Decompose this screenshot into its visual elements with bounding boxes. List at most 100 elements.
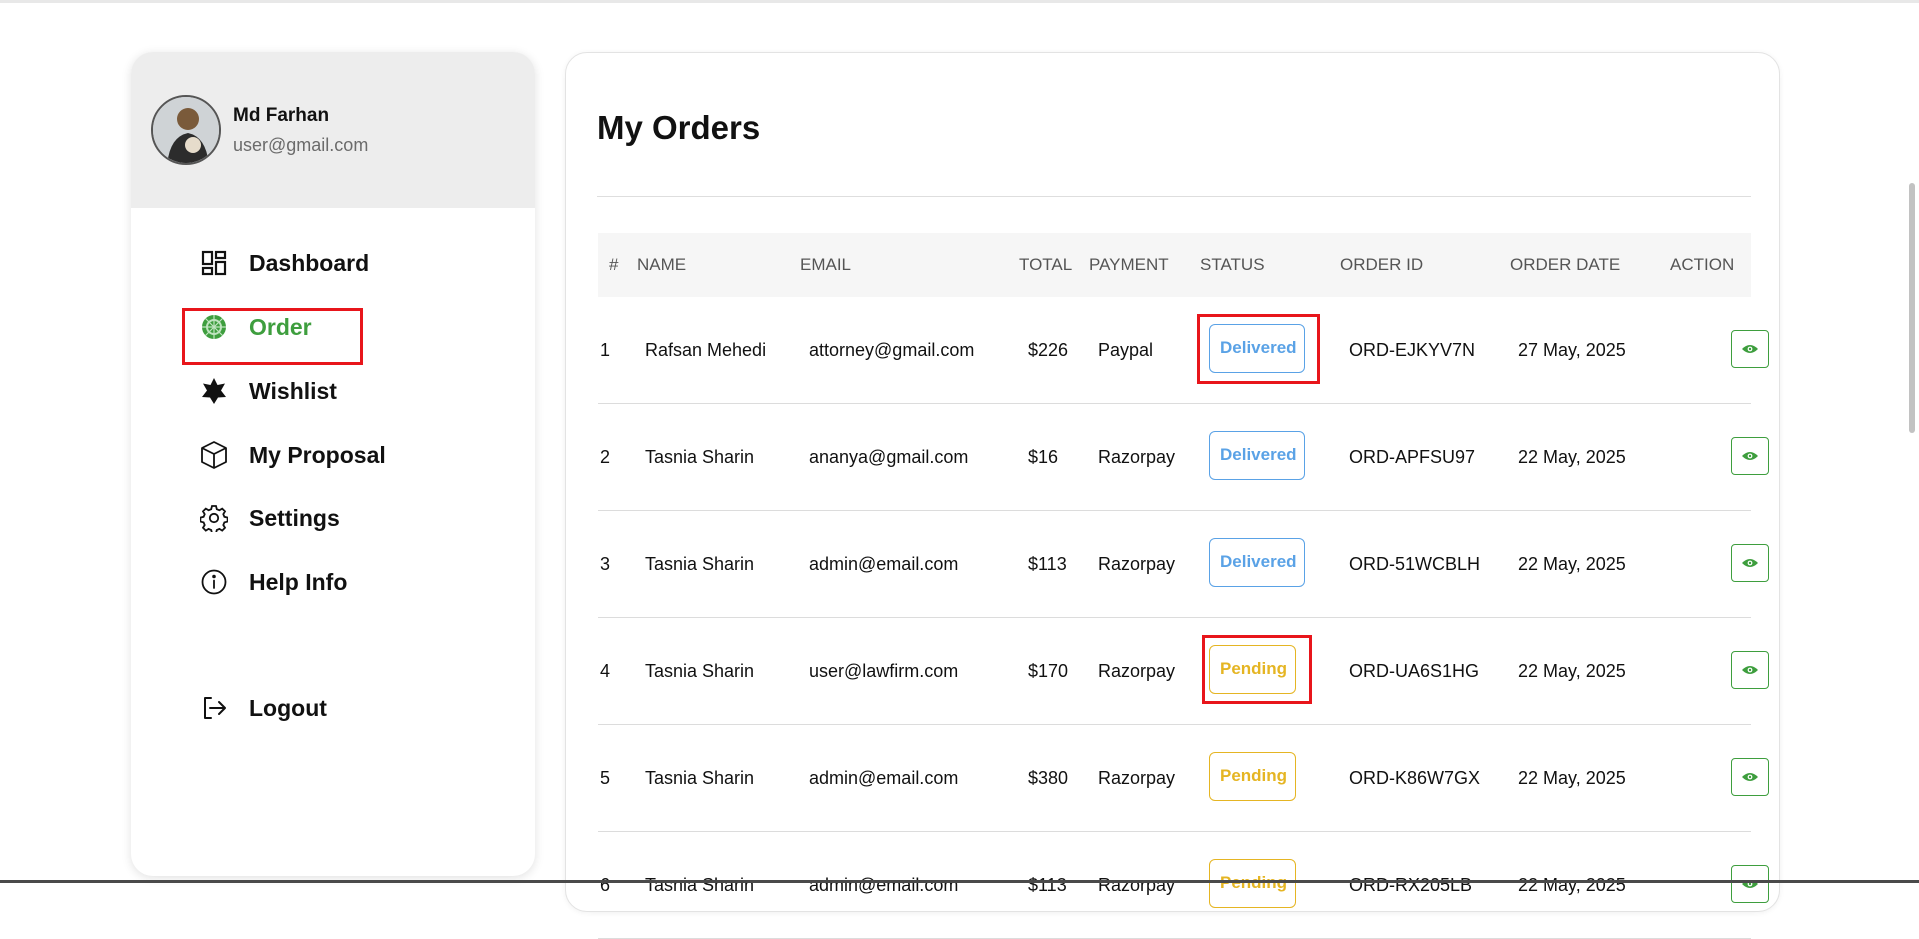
top-divider: [0, 0, 1919, 3]
column-header: TOTAL: [1019, 255, 1073, 274]
column-header: STATUS: [1200, 255, 1265, 274]
column-header: EMAIL: [800, 255, 852, 274]
row-total: $113: [1028, 875, 1067, 895]
sidebar-item-label: My Proposal: [249, 441, 386, 468]
highlight-box-pending: [1202, 635, 1312, 704]
user-email: user@gmail.com: [233, 134, 369, 155]
row-order-id: ORD-K86W7GX: [1349, 768, 1481, 788]
row-number: 2: [600, 447, 611, 467]
eye-icon: [1742, 345, 1758, 353]
column-header: ORDER ID: [1340, 255, 1424, 274]
star-icon: [199, 376, 229, 406]
row-payment: Paypal: [1098, 340, 1154, 360]
avatar[interactable]: [151, 95, 221, 165]
row-payment: Razorpay: [1098, 875, 1176, 895]
sidebar-item-help-info[interactable]: Help Info: [199, 562, 347, 602]
eye-icon: [1742, 559, 1758, 567]
column-header: PAYMENT: [1089, 255, 1169, 274]
row-email: admin@email.com: [809, 875, 959, 895]
row-order-date: 22 May, 2025: [1518, 554, 1626, 574]
status-badge: Delivered: [1209, 431, 1305, 480]
view-order-button[interactable]: [1731, 865, 1769, 903]
highlight-box-order: [182, 308, 363, 365]
row-name: Tasnia Sharin: [645, 875, 755, 895]
table-row: 1 Rafsan Mehedi attorney@gmail.com $226 …: [598, 297, 1769, 404]
column-header: #: [609, 255, 619, 274]
row-order-date: 22 May, 2025: [1518, 875, 1626, 895]
row-name: Rafsan Mehedi: [645, 340, 767, 360]
status-badge: Pending: [1209, 859, 1296, 908]
row-name: Tasnia Sharin: [645, 554, 755, 574]
sidebar-item-label: Dashboard: [249, 249, 370, 276]
column-header: ACTION: [1670, 255, 1735, 274]
sidebar-item-label: Settings: [249, 504, 340, 531]
title-divider: [597, 196, 1751, 197]
row-email: ananya@gmail.com: [809, 447, 969, 467]
view-order-button[interactable]: [1731, 544, 1769, 582]
row-name: Tasnia Sharin: [645, 661, 755, 681]
orders-panel: My Orders # NAME EMAIL TOTAL PAYMENT STA…: [565, 52, 1780, 939]
row-payment: Razorpay: [1098, 447, 1176, 467]
view-order-button[interactable]: [1731, 758, 1769, 796]
logout-icon: [199, 693, 229, 723]
row-name: Tasnia Sharin: [645, 768, 755, 788]
row-total: $170: [1028, 661, 1069, 681]
sidebar-item-wishlist[interactable]: Wishlist: [199, 371, 337, 411]
table-row: 5 Tasnia Sharin admin@email.com $380 Raz…: [598, 725, 1769, 832]
highlight-box-delivered: [1197, 314, 1320, 384]
row-order-date: 22 May, 2025: [1518, 768, 1626, 788]
column-header: ORDER DATE: [1510, 255, 1621, 274]
row-total: $226: [1028, 340, 1069, 360]
table-row: 4 Tasnia Sharin user@lawfirm.com $170 Ra…: [598, 618, 1769, 725]
view-order-button[interactable]: [1731, 651, 1769, 689]
status-badge: Pending: [1209, 752, 1296, 801]
table-row: 2 Tasnia Sharin ananya@gmail.com $16 Raz…: [598, 404, 1769, 511]
logout-label: Logout: [249, 694, 327, 721]
row-number: 6: [600, 875, 611, 895]
sidebar-item-dashboard[interactable]: Dashboard: [199, 243, 369, 283]
row-payment: Razorpay: [1098, 661, 1176, 681]
table-row: 3 Tasnia Sharin admin@email.com $113 Raz…: [598, 511, 1769, 618]
row-payment: Razorpay: [1098, 554, 1176, 574]
sidebar-item-label: Help Info: [249, 568, 348, 595]
row-number: 5: [600, 768, 611, 788]
table-header: # NAME EMAIL TOTAL PAYMENT STATUS ORDER …: [598, 233, 1751, 297]
row-total: $113: [1028, 554, 1067, 574]
table-row: 6 Tasnia Sharin admin@email.com $113 Raz…: [598, 832, 1769, 939]
row-order-id: ORD-51WCBLH: [1349, 554, 1481, 574]
sidebar-item-label: Wishlist: [249, 377, 337, 404]
row-total: $380: [1028, 768, 1069, 788]
account-sidebar: Md Farhan user@gmail.com Dashboard Order…: [131, 52, 535, 876]
sidebar-item-my-proposal[interactable]: My Proposal: [199, 435, 386, 475]
row-order-date: 22 May, 2025: [1518, 661, 1626, 681]
eye-icon: [1742, 452, 1758, 460]
box-icon: [199, 440, 229, 470]
row-email: admin@email.com: [809, 768, 959, 788]
view-order-button[interactable]: [1731, 437, 1769, 475]
user-name: Md Farhan: [233, 104, 330, 126]
row-number: 3: [600, 554, 611, 574]
page-scrollbar[interactable]: [1909, 183, 1915, 433]
row-total: $16: [1028, 447, 1059, 467]
logout-button[interactable]: Logout: [199, 688, 327, 728]
row-order-id: ORD-UA6S1HG: [1349, 661, 1480, 681]
sidebar-item-settings[interactable]: Settings: [199, 498, 340, 538]
row-number: 1: [600, 340, 611, 360]
row-payment: Razorpay: [1098, 768, 1176, 788]
row-email: user@lawfirm.com: [809, 661, 959, 681]
profile-card: Md Farhan user@gmail.com: [131, 52, 535, 208]
column-header: NAME: [637, 255, 687, 274]
view-order-button[interactable]: [1731, 330, 1769, 368]
status-badge: Delivered: [1209, 538, 1305, 587]
page-title: My Orders: [597, 109, 761, 146]
row-email: admin@email.com: [809, 554, 959, 574]
eye-icon: [1742, 773, 1758, 781]
row-order-date: 27 May, 2025: [1518, 340, 1626, 360]
row-order-id: ORD-EJKYV7N: [1349, 340, 1476, 360]
row-number: 4: [600, 661, 611, 681]
row-email: attorney@gmail.com: [809, 340, 975, 360]
row-order-id: ORD-APFSU97: [1349, 447, 1476, 467]
dashboard-icon: [199, 248, 229, 278]
row-order-date: 22 May, 2025: [1518, 447, 1626, 467]
row-order-id: ORD-RX205LB: [1349, 875, 1473, 895]
